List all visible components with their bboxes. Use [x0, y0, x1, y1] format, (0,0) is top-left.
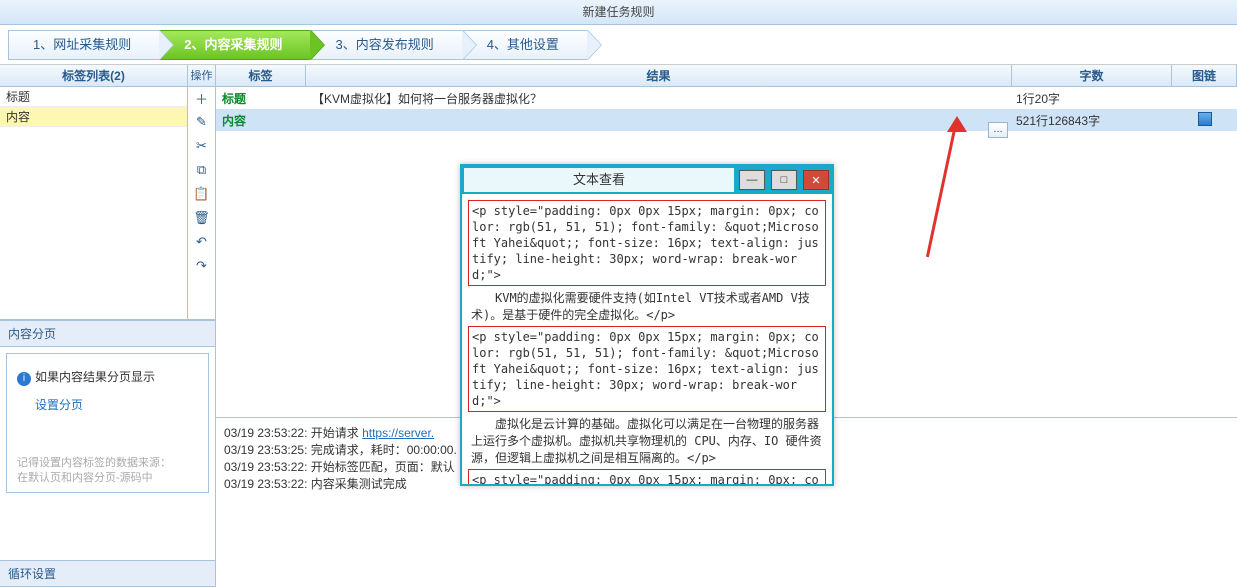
- cell-tag: 标题: [216, 90, 306, 107]
- grid-row-title[interactable]: 标题 【KVM虚拟化】如何将一台服务器虚拟化？ 1行20字: [216, 87, 1237, 109]
- tag-item-content[interactable]: 内容: [0, 107, 187, 127]
- grid-header: 标签 结果 字数 图链: [216, 65, 1237, 87]
- cell-result: 【KVM虚拟化】如何将一台服务器虚拟化？: [306, 90, 1012, 107]
- tag-list-header: 标签列表(2) 操作: [0, 65, 215, 87]
- dialog-titlebar[interactable]: 文本查看 — □ ✕: [462, 166, 832, 194]
- paging-footer-l2: 在默认页和内容分页-源码中: [17, 471, 198, 486]
- text-viewer-dialog: 文本查看 — □ ✕ <p style="padding: 0px 0px 15…: [460, 164, 834, 486]
- col-result: 结果: [306, 65, 1012, 86]
- ellipsis-button[interactable]: …: [988, 122, 1008, 138]
- content-paragraph-1: KVM的虚拟化需要硬件支持(如Intel VT技术或者AMD V技术)。是基于硬…: [468, 288, 826, 326]
- undo-icon[interactable]: ↶: [193, 233, 211, 251]
- plus-icon[interactable]: ＋: [193, 89, 211, 107]
- grid-row-content[interactable]: 内容 … 521行126843字: [216, 109, 1237, 131]
- minimize-button[interactable]: —: [739, 170, 765, 190]
- cell-tag: 内容: [216, 112, 306, 129]
- col-tag: 标签: [216, 65, 306, 86]
- step-nav: 1、网址采集规则 2、内容采集规则 3、内容发布规则 4、其他设置: [0, 25, 1237, 65]
- html-block-2: <p style="padding: 0px 0px 15px; margin:…: [468, 326, 826, 412]
- cut-icon[interactable]: ✂: [193, 137, 211, 155]
- maximize-button[interactable]: □: [771, 170, 797, 190]
- log-text: 03/19 23:53:22: 开始请求: [224, 426, 362, 440]
- step-3[interactable]: 3、内容发布规则: [310, 30, 462, 60]
- cell-img: [1172, 112, 1237, 129]
- content-paragraph-2: 虚拟化是云计算的基础。虚拟化可以满足在一台物理的服务器上运行多个虚拟机。虚拟机共…: [468, 414, 826, 469]
- paging-hint: i 如果内容结果分页显示: [17, 368, 198, 386]
- redo-icon[interactable]: ↷: [193, 257, 211, 275]
- set-paging-link[interactable]: 设置分页: [17, 396, 83, 413]
- ops-header: 操作: [187, 65, 215, 87]
- image-chain-icon[interactable]: [1198, 112, 1212, 126]
- window-title: 新建任务规则: [0, 0, 1237, 25]
- log-link[interactable]: https://server.: [362, 426, 434, 440]
- tag-item-title[interactable]: 标题: [0, 87, 187, 107]
- ops-toolbar: ＋ ✎ ✂ ⧉ 📋 🗑 ↶ ↷: [187, 87, 215, 319]
- close-button[interactable]: ✕: [803, 170, 829, 190]
- html-block-3: <p style="padding: 0px 0px 15px; margin:…: [468, 469, 826, 484]
- tag-list-title: 标签列表(2): [0, 67, 187, 84]
- dialog-title: 文本查看: [464, 168, 734, 192]
- loop-settings-title[interactable]: 循环设置: [0, 560, 215, 587]
- pencil-icon[interactable]: ✎: [193, 113, 211, 131]
- content-paging-title[interactable]: 内容分页: [0, 320, 215, 347]
- paging-footer-l1: 记得设置内容标签的数据来源：: [17, 456, 198, 471]
- paging-footer: 记得设置内容标签的数据来源： 在默认页和内容分页-源码中: [17, 456, 198, 486]
- step-1[interactable]: 1、网址采集规则: [8, 30, 160, 60]
- html-block-1: <p style="padding: 0px 0px 15px; margin:…: [468, 200, 826, 286]
- col-count: 字数: [1012, 65, 1172, 86]
- info-icon: i: [17, 372, 31, 386]
- paging-box: i 如果内容结果分页显示 设置分页 记得设置内容标签的数据来源： 在默认页和内容分…: [6, 353, 209, 493]
- paging-hint-text: 如果内容结果分页显示: [35, 370, 155, 384]
- dialog-body[interactable]: <p style="padding: 0px 0px 15px; margin:…: [462, 194, 832, 484]
- trash-icon[interactable]: 🗑: [193, 209, 211, 227]
- cell-count: 521行126843字: [1012, 112, 1172, 129]
- grid-body: 标题 【KVM虚拟化】如何将一台服务器虚拟化？ 1行20字 内容 … 521行1…: [216, 87, 1237, 131]
- col-imgchain: 图链: [1172, 65, 1237, 86]
- cell-count: 1行20字: [1012, 90, 1172, 107]
- paste-icon[interactable]: 📋: [193, 185, 211, 203]
- step-4[interactable]: 4、其他设置: [462, 30, 588, 60]
- copy-icon[interactable]: ⧉: [193, 161, 211, 179]
- step-2[interactable]: 2、内容采集规则: [159, 30, 311, 60]
- tag-list: 标题 内容: [0, 87, 187, 319]
